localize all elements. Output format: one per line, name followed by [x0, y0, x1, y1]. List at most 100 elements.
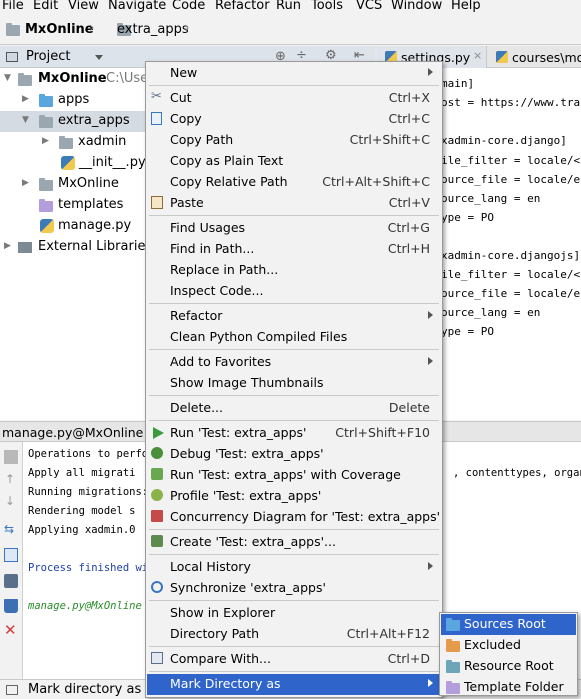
console-line: Apply all migrati	[28, 467, 136, 479]
menu-item-new[interactable]: New	[147, 63, 441, 84]
folder-icon	[39, 178, 53, 191]
menu-tools[interactable]: Tools	[311, 0, 343, 13]
menu-item-label: Concurrency Diagram for 'Test: extra_app…	[170, 509, 441, 524]
folder-icon	[39, 115, 53, 128]
run-toolbar: ↑ ↓ ⇆ ✕	[0, 442, 23, 679]
close-icon[interactable]: ✕	[4, 621, 17, 639]
python-file-icon	[496, 51, 508, 63]
soft-wrap-icon[interactable]: ⇆	[4, 522, 14, 536]
scroll-to-end-icon[interactable]	[4, 548, 18, 562]
toggle-tool-windows-icon[interactable]	[6, 685, 18, 695]
submenu-item-sources-root[interactable]: Sources Root	[441, 614, 576, 635]
console-line-fragment: , contenttypes, organiz	[453, 467, 581, 479]
menu-item-show-in-explorer[interactable]: Show in Explorer	[147, 603, 441, 624]
menu-item-label: Add to Favorites	[170, 354, 272, 369]
menu-item-paste[interactable]: Paste Ctrl+V	[147, 193, 441, 214]
collapsed-arrow-icon[interactable]: ▶	[42, 136, 49, 146]
project-view-icon	[6, 52, 18, 62]
expanded-arrow-icon[interactable]: ▼	[22, 115, 29, 125]
menu-edit[interactable]: Edit	[33, 0, 58, 13]
collapsed-arrow-icon[interactable]: ▶	[4, 241, 11, 251]
menu-item-refactor[interactable]: Refactor	[147, 306, 441, 327]
expanded-arrow-icon[interactable]: ▼	[4, 73, 11, 83]
menu-item-synchronize-extra-apps[interactable]: Synchronize 'extra_apps'	[147, 578, 441, 599]
run-panel-title[interactable]: manage.py@MxOnline	[2, 425, 143, 440]
menu-item-shortcut: Ctrl+Shift+C	[349, 132, 430, 147]
print-icon[interactable]	[4, 574, 18, 588]
library-icon	[18, 242, 32, 253]
menu-item-run-test-extra-apps[interactable]: Run 'Test: extra_apps' Ctrl+Shift+F10	[147, 423, 441, 444]
menu-item-find-usages[interactable]: Find Usages Ctrl+G	[147, 218, 441, 239]
menu-item-local-history[interactable]: Local History	[147, 557, 441, 578]
mark-directory-submenu: Sources Root Excluded Resource Root Templat…	[439, 612, 578, 696]
scissors-icon: ✂	[151, 89, 162, 104]
menu-separator	[149, 646, 439, 647]
menu-bar: File Edit View Navigate Code Refactor Run Tools…	[0, 0, 581, 14]
menu-window[interactable]: Window	[391, 0, 442, 13]
menu-item-mark-directory-as[interactable]: Mark Directory as	[147, 674, 441, 695]
menu-item-label: New	[170, 65, 198, 80]
trash-icon[interactable]	[4, 599, 18, 613]
menu-item-label: Create 'Test: extra_apps'...	[170, 534, 336, 549]
menu-item-profile-test-extra-apps[interactable]: Profile 'Test: extra_apps'	[147, 486, 441, 507]
menu-item-shortcut: Ctrl+Alt+Shift+C	[322, 174, 430, 189]
menu-separator	[149, 554, 439, 555]
menu-item-shortcut: Ctrl+G	[387, 220, 430, 235]
menu-run[interactable]: Run	[276, 0, 301, 13]
project-panel-title[interactable]: Project	[26, 49, 70, 64]
menu-item-copy-as-plain-text[interactable]: Copy as Plain Text	[147, 151, 441, 172]
menu-item-label: Show in Explorer	[170, 605, 276, 620]
chevron-down-icon[interactable]	[95, 55, 103, 60]
menu-item-show-image-thumbnails[interactable]: Show Image Thumbnails	[147, 373, 441, 394]
collapsed-arrow-icon[interactable]: ▶	[22, 178, 29, 188]
menu-help[interactable]: Help	[451, 0, 481, 13]
stop-icon[interactable]	[4, 450, 18, 464]
submenu-item-excluded[interactable]: Excluded	[441, 635, 576, 656]
menu-item-copy-relative-path[interactable]: Copy Relative Path Ctrl+Alt+Shift+C	[147, 172, 441, 193]
menu-item-shortcut: Ctrl+Shift+F10	[335, 425, 430, 440]
down-arrow-icon[interactable]: ↓	[5, 494, 15, 508]
menu-separator	[149, 671, 439, 672]
tree-item-label: apps	[58, 92, 90, 107]
submenu-item-label: Sources Root	[464, 616, 546, 631]
tab-courses[interactable]: courses\mo	[488, 46, 581, 68]
menu-item-find-in-path[interactable]: Find in Path... Ctrl+H	[147, 239, 441, 260]
menu-refactor[interactable]: Refactor	[215, 0, 270, 13]
menu-view[interactable]: View	[68, 0, 99, 13]
submenu-item-resource-root[interactable]: Resource Root	[441, 656, 576, 677]
breadcrumb-project[interactable]: MxOnline	[25, 22, 94, 37]
menu-item-concurrency-diagram-for-test-extra-apps[interactable]: Concurrency Diagram for 'Test: extra_app…	[147, 507, 441, 528]
submenu-item-template-folder[interactable]: Template Folder	[441, 677, 576, 698]
menu-item-label: Copy as Plain Text	[170, 153, 284, 168]
menu-item-copy[interactable]: Copy Ctrl+C	[147, 109, 441, 130]
menu-item-replace-in-path[interactable]: Replace in Path...	[147, 260, 441, 281]
menu-item-label: Debug 'Test: extra_apps'	[170, 446, 324, 461]
close-icon[interactable]: ×	[473, 49, 482, 62]
concurrency-icon	[151, 510, 163, 522]
menu-item-label: Clean Python Compiled Files	[170, 329, 348, 344]
menu-navigate[interactable]: Navigate	[108, 0, 166, 13]
menu-vcs[interactable]: VCS	[356, 0, 382, 13]
menu-item-create-test-extra-apps[interactable]: Create 'Test: extra_apps'...	[147, 532, 441, 553]
excluded-folder-icon	[446, 639, 460, 652]
folder-icon	[18, 73, 32, 86]
menu-file[interactable]: File	[2, 0, 24, 13]
menu-item-cut[interactable]: ✂ Cut Ctrl+X	[147, 88, 441, 109]
menu-item-delete[interactable]: Delete... Delete	[147, 398, 441, 419]
up-arrow-icon[interactable]: ↑	[5, 472, 15, 486]
menu-item-label: Inspect Code...	[170, 283, 264, 298]
menu-item-inspect-code[interactable]: Inspect Code...	[147, 281, 441, 302]
menu-item-directory-path[interactable]: Directory Path Ctrl+Alt+F12	[147, 624, 441, 645]
menu-item-debug-test-extra-apps[interactable]: Debug 'Test: extra_apps'	[147, 444, 441, 465]
breadcrumb-folder[interactable]: extra_apps	[117, 22, 189, 37]
collapsed-arrow-icon[interactable]: ▶	[22, 94, 29, 104]
menu-item-shortcut: Ctrl+Alt+F12	[346, 626, 430, 641]
menu-item-add-to-favorites[interactable]: Add to Favorites	[147, 352, 441, 373]
menu-item-clean-python-compiled-files[interactable]: Clean Python Compiled Files	[147, 327, 441, 348]
menu-item-label: Compare With...	[170, 651, 271, 666]
menu-item-label: Copy Relative Path	[170, 174, 288, 189]
menu-item-run-test-extra-apps-with-coverage[interactable]: Run 'Test: extra_apps' with Coverage	[147, 465, 441, 486]
menu-item-compare-with[interactable]: Compare With... Ctrl+D	[147, 649, 441, 670]
menu-code[interactable]: Code	[172, 0, 205, 13]
menu-item-copy-path[interactable]: Copy Path Ctrl+Shift+C	[147, 130, 441, 151]
